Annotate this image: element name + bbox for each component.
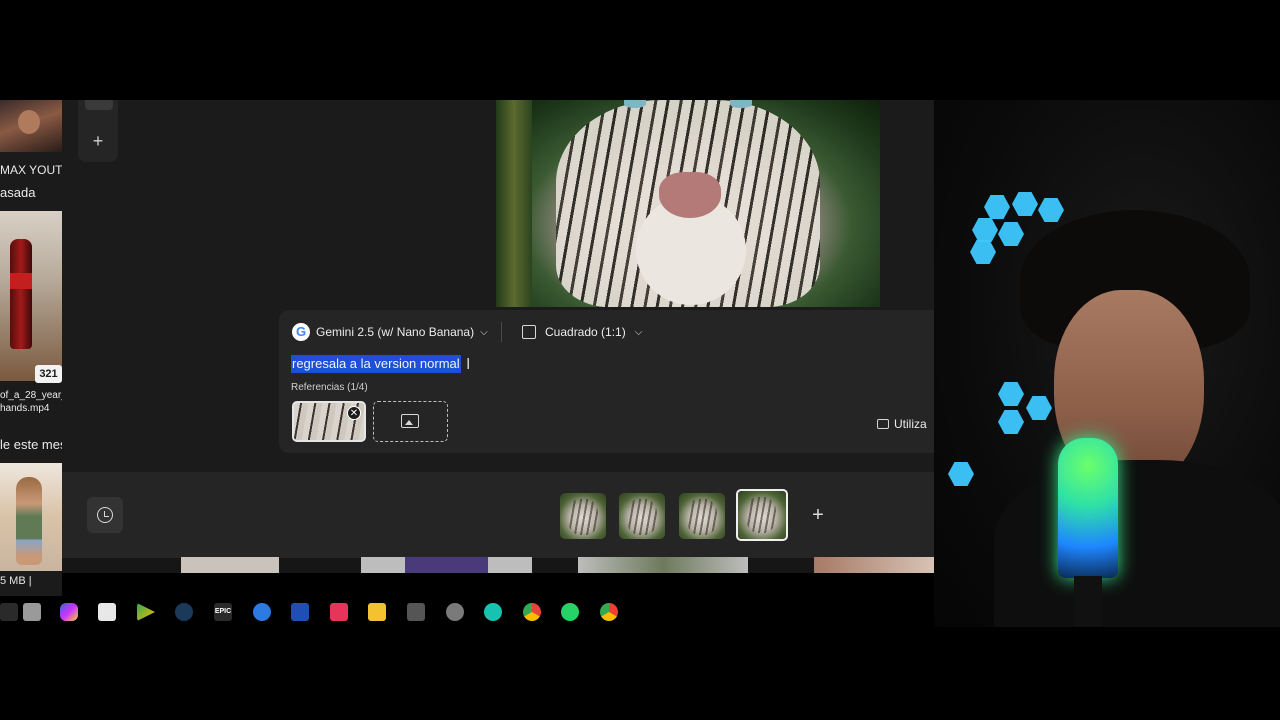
app-icon-2[interactable] [446, 603, 464, 621]
whatsapp-icon[interactable] [561, 603, 579, 621]
sidebar-channel-label: MAX YOUTU [0, 163, 62, 177]
video-thumbnail-coke[interactable] [0, 211, 62, 381]
letterbox-top [0, 0, 1280, 100]
add-reference-button[interactable] [373, 401, 448, 442]
streamer-shirt [994, 460, 1280, 627]
use-button[interactable]: Utiliza [877, 417, 927, 431]
bottle-image [10, 239, 32, 349]
file-name-line1[interactable]: of_a_28_year_ [0, 390, 62, 401]
strip-image-3 [405, 557, 488, 573]
hex-light [970, 240, 996, 264]
microphone-icon [1058, 438, 1118, 578]
bottle-label [10, 273, 32, 289]
history-bar [62, 472, 934, 558]
google-icon: G [292, 323, 310, 341]
tiger-eye-right [730, 100, 752, 108]
hex-light [972, 218, 998, 242]
chevron-down-icon: ⌵ [480, 326, 488, 338]
toolbar-divider [501, 322, 502, 342]
text-cursor-icon: I [466, 356, 471, 373]
app-icon[interactable] [253, 603, 271, 621]
image-icon [401, 414, 419, 428]
file-name-line2[interactable]: hands.mp4 [0, 403, 49, 414]
sidebar-section-label: asada [0, 185, 36, 200]
tiger-nose [659, 172, 721, 218]
generation-thumbnail-1[interactable] [560, 493, 606, 539]
apps-grid-icon[interactable] [407, 603, 425, 621]
video-thumbnail-woman[interactable] [0, 463, 62, 571]
square-ratio-icon [522, 325, 536, 339]
chrome-icon-2[interactable] [600, 603, 618, 621]
badge-321: 321 [35, 365, 62, 383]
aspect-ratio-selector[interactable]: Cuadrado (1:1) ⌵ [522, 321, 642, 343]
status-size: 5 MB | [0, 575, 32, 587]
steam-icon[interactable] [175, 603, 193, 621]
store-icon[interactable] [98, 603, 116, 621]
webcam-overlay [934, 100, 1280, 627]
hex-light [998, 410, 1024, 434]
tiktok-icon[interactable] [330, 603, 348, 621]
tiger-eye-left [624, 100, 646, 108]
strip-image-5 [578, 557, 748, 573]
remove-reference-icon[interactable]: ✕ [347, 406, 361, 420]
app-icon-3[interactable] [484, 603, 502, 621]
generation-thumbnail-4[interactable] [736, 489, 788, 541]
strip-image-4 [488, 557, 532, 573]
epic-games-icon[interactable]: EPIC [214, 603, 232, 621]
strip-image-1 [181, 557, 279, 573]
history-button[interactable] [87, 497, 123, 533]
toolbar-plus-icon[interactable]: + [88, 130, 108, 152]
file-icon[interactable] [23, 603, 41, 621]
microphone-stand [1074, 576, 1102, 627]
moss-tree [496, 100, 532, 307]
sidebar-month-label: le este mes [0, 437, 62, 452]
model-selector[interactable]: G Gemini 2.5 (w/ Nano Banana) ⌵ [292, 321, 488, 343]
prompt-input[interactable]: regresala a la version normal [291, 355, 461, 373]
add-generation-icon[interactable]: + [805, 502, 831, 528]
hex-light [998, 382, 1024, 406]
references-label: Referencias (1/4) [291, 382, 368, 393]
toolbar-top-icon[interactable] [85, 100, 113, 110]
hex-light [1012, 192, 1038, 216]
strip-image-2 [361, 557, 405, 573]
playstation-icon[interactable] [291, 603, 309, 621]
start-icon[interactable] [0, 603, 18, 621]
video-thumbnail-person[interactable] [0, 100, 62, 152]
woman-figure [16, 477, 42, 565]
generation-thumbnail-3[interactable] [679, 493, 725, 539]
model-label: Gemini 2.5 (w/ Nano Banana) [316, 325, 475, 339]
generation-thumbnail-2[interactable] [619, 493, 665, 539]
reference-thumbnail[interactable]: ✕ [292, 401, 366, 442]
use-label: Utiliza [894, 417, 927, 431]
hex-light [998, 222, 1024, 246]
hex-light [1026, 396, 1052, 420]
hex-light [984, 195, 1010, 219]
hex-light [948, 462, 974, 486]
use-icon [877, 419, 889, 429]
folder-icon[interactable] [368, 603, 386, 621]
chevron-down-icon: ⌵ [634, 326, 643, 338]
ratio-label: Cuadrado (1:1) [545, 325, 626, 339]
strip-image-6 [814, 557, 934, 573]
history-icon [97, 507, 113, 523]
letterbox-bottom [0, 627, 1280, 720]
hex-light [1038, 198, 1064, 222]
chrome-icon[interactable] [523, 603, 541, 621]
generated-tiger-image[interactable] [496, 100, 880, 307]
copilot-icon[interactable] [60, 603, 78, 621]
file-sidebar: MAX YOUTU asada 321 of_a_28_year_ hands.… [0, 100, 62, 600]
